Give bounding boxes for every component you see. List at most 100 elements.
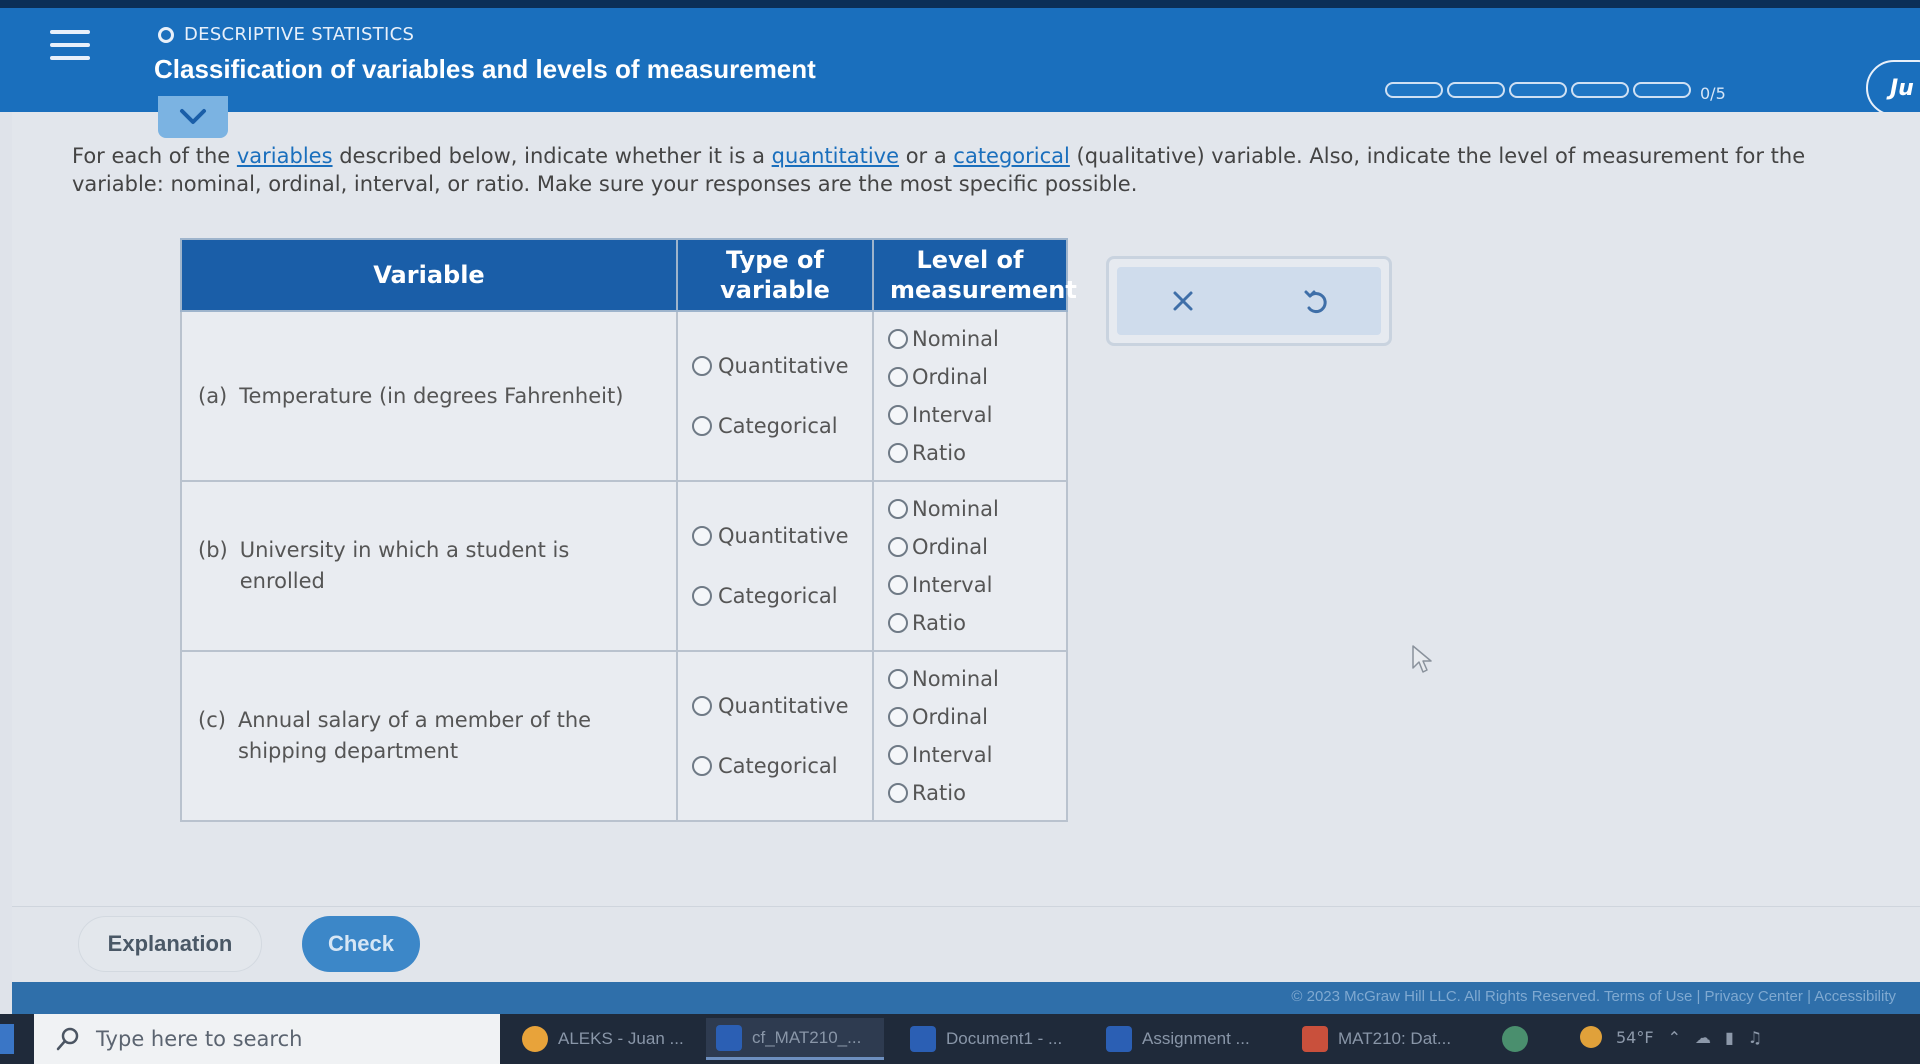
- row-letter: (a): [198, 383, 228, 408]
- progress-segment: [1447, 82, 1505, 98]
- taskbar-search[interactable]: Type here to search: [34, 1014, 500, 1064]
- radio-categorical[interactable]: Categorical: [692, 746, 858, 786]
- option-label: Interval: [912, 573, 993, 597]
- link-variables[interactable]: variables: [237, 144, 333, 168]
- radio-quantitative[interactable]: Quantitative: [692, 516, 858, 556]
- radio-icon[interactable]: [692, 756, 712, 776]
- browser-icon: [522, 1026, 548, 1052]
- radio-icon[interactable]: [692, 356, 712, 376]
- radio-interval[interactable]: Interval: [888, 566, 1052, 604]
- radio-ratio[interactable]: Ratio: [888, 434, 1052, 472]
- weather-temp: 54°F: [1616, 1027, 1654, 1047]
- volume-icon[interactable]: ♫: [1748, 1028, 1762, 1047]
- table-row: (a) Temperature (in degrees Fahrenheit) …: [180, 310, 1068, 482]
- taskbar-app-chrome[interactable]: [1492, 1018, 1548, 1060]
- start-button[interactable]: [0, 1024, 14, 1054]
- radio-categorical[interactable]: Categorical: [692, 576, 858, 616]
- explanation-button[interactable]: Explanation: [78, 916, 262, 972]
- header-level: Level of measurement: [872, 238, 1077, 312]
- option-label: Ordinal: [912, 705, 988, 729]
- link-categorical[interactable]: categorical: [953, 144, 1069, 168]
- check-button[interactable]: Check: [302, 916, 420, 972]
- instructions-text: described below, indicate whether it is …: [332, 144, 772, 168]
- option-label: Ordinal: [912, 535, 988, 559]
- radio-icon[interactable]: [692, 696, 712, 716]
- radio-ordinal[interactable]: Ordinal: [888, 698, 1052, 736]
- taskbar-app-word-mat210[interactable]: cf_MAT210_...: [706, 1018, 884, 1060]
- option-label: Nominal: [912, 667, 999, 691]
- radio-icon[interactable]: [888, 367, 908, 387]
- chevron-down-icon: [180, 109, 206, 124]
- level-cell: Nominal Ordinal Interval Ratio: [872, 310, 1068, 482]
- radio-nominal[interactable]: Nominal: [888, 320, 1052, 358]
- clear-button[interactable]: [1163, 281, 1203, 321]
- radio-icon[interactable]: [888, 499, 908, 519]
- undo-button[interactable]: [1295, 281, 1335, 321]
- radio-ratio[interactable]: Ratio: [888, 774, 1052, 812]
- menu-icon[interactable]: [50, 30, 90, 60]
- question-instructions: For each of the variables described belo…: [72, 142, 1852, 198]
- radio-interval[interactable]: Interval: [888, 736, 1052, 774]
- radio-icon[interactable]: [888, 329, 908, 349]
- level-cell: Nominal Ordinal Interval Ratio: [872, 480, 1068, 652]
- radio-interval[interactable]: Interval: [888, 396, 1052, 434]
- answer-actions: [1106, 256, 1392, 346]
- network-icon[interactable]: ☁: [1695, 1028, 1711, 1047]
- header-variable: Variable: [180, 238, 678, 312]
- radio-ordinal[interactable]: Ordinal: [888, 358, 1052, 396]
- radio-icon[interactable]: [888, 669, 908, 689]
- type-cell: Quantitative Categorical: [676, 480, 874, 652]
- option-label: Ratio: [912, 781, 966, 805]
- radio-nominal[interactable]: Nominal: [888, 490, 1052, 528]
- radio-icon[interactable]: [888, 537, 908, 557]
- taskbar-app-aleks[interactable]: ALEKS - Juan ...: [512, 1018, 692, 1060]
- radio-icon[interactable]: [888, 575, 908, 595]
- progress-segment: [1385, 82, 1443, 98]
- row-letter: (b): [198, 538, 228, 562]
- radio-icon[interactable]: [888, 745, 908, 765]
- variable-cell: (b) University in which a student is enr…: [180, 480, 678, 652]
- battery-icon[interactable]: ▮: [1725, 1028, 1734, 1047]
- footer-bar: [12, 906, 1920, 982]
- radio-icon[interactable]: [692, 416, 712, 436]
- taskbar-app-word-document1[interactable]: Document1 - ...: [900, 1018, 1080, 1060]
- option-label: Interval: [912, 403, 993, 427]
- row-letter: (c): [198, 708, 226, 732]
- jump-button[interactable]: Ju: [1866, 60, 1920, 116]
- radio-icon[interactable]: [888, 405, 908, 425]
- radio-quantitative[interactable]: Quantitative: [692, 346, 858, 386]
- word-icon: [1106, 1026, 1132, 1052]
- chevron-up-icon[interactable]: ⌃: [1668, 1028, 1681, 1047]
- radio-icon[interactable]: [888, 783, 908, 803]
- app-label: Document1 - ...: [946, 1029, 1063, 1048]
- radio-ratio[interactable]: Ratio: [888, 604, 1052, 642]
- progress-segment: [1633, 82, 1691, 98]
- type-cell: Quantitative Categorical: [676, 310, 874, 482]
- progress-count: 0/5: [1700, 84, 1726, 103]
- chrome-icon: [1502, 1026, 1528, 1052]
- radio-icon[interactable]: [888, 613, 908, 633]
- classification-table: Variable Type of variable Level of measu…: [180, 238, 1077, 822]
- copyright-bar: © 2023 McGraw Hill LLC. All Rights Reser…: [12, 982, 1920, 1014]
- radio-icon[interactable]: [888, 443, 908, 463]
- system-tray: 54°F ⌃ ☁ ▮ ♫: [1580, 1026, 1762, 1048]
- taskbar-app-mat210[interactable]: MAT210: Dat...: [1292, 1018, 1472, 1060]
- radio-icon[interactable]: [692, 526, 712, 546]
- option-label: Categorical: [718, 754, 838, 778]
- taskbar-app-word-assignment[interactable]: Assignment ...: [1096, 1018, 1276, 1060]
- option-label: Nominal: [912, 497, 999, 521]
- instructions-text: For each of the: [72, 144, 237, 168]
- radio-quantitative[interactable]: Quantitative: [692, 686, 858, 726]
- radio-ordinal[interactable]: Ordinal: [888, 528, 1052, 566]
- radio-categorical[interactable]: Categorical: [692, 406, 858, 446]
- instructions-text: or a: [899, 144, 954, 168]
- link-quantitative[interactable]: quantitative: [772, 144, 899, 168]
- radio-icon[interactable]: [692, 586, 712, 606]
- topic-status-icon: [158, 26, 174, 43]
- radio-nominal[interactable]: Nominal: [888, 660, 1052, 698]
- progress-segment: [1509, 82, 1567, 98]
- option-label: Quantitative: [718, 354, 849, 378]
- weather-icon: [1580, 1026, 1602, 1048]
- radio-icon[interactable]: [888, 707, 908, 727]
- collapse-header-button[interactable]: [158, 96, 228, 138]
